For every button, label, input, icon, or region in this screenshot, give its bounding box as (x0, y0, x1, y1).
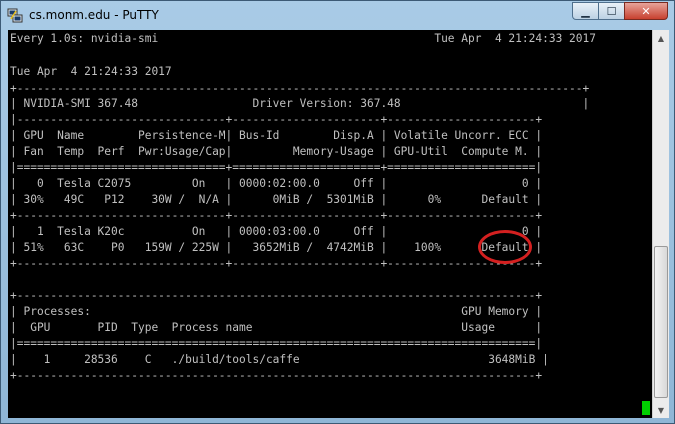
terminal-line: | 1 28536 C ./build/tools/caffe 3648MiB … (10, 353, 549, 366)
close-button[interactable]: ✕ (624, 2, 668, 20)
maximize-button[interactable]: ☐ (598, 2, 625, 20)
scroll-down-icon[interactable]: ▼ (653, 402, 669, 418)
terminal-line: | GPU Name Persistence-M| Bus-Id Disp.A … (10, 129, 543, 142)
annotation-circle (478, 230, 532, 264)
minimize-button[interactable]: ▁ (572, 2, 599, 20)
scroll-up-icon[interactable]: ▲ (653, 30, 669, 46)
terminal-line: |===============================+=======… (10, 161, 543, 174)
terminal-line: |=======================================… (10, 337, 543, 350)
terminal-line: | Processes: GPU Memory | (10, 305, 543, 318)
terminal-cursor (642, 401, 650, 415)
window-title: cs.monm.edu - PuTTY (29, 8, 159, 22)
terminal-line: +---------------------------------------… (10, 369, 543, 382)
terminal-line: | NVIDIA-SMI 367.48 Driver Version: 367.… (10, 97, 590, 110)
terminal-line: |-------------------------------+-------… (10, 113, 543, 126)
vertical-scrollbar[interactable]: ▲ ▼ (652, 30, 669, 418)
terminal-line: | Fan Temp Perf Pwr:Usage/Cap| Memory-Us… (10, 145, 543, 158)
terminal-line: | GPU PID Type Process name Usage | (10, 321, 543, 334)
terminal-line: +---------------------------------------… (10, 82, 590, 95)
title-bar[interactable]: cs.monm.edu - PuTTY ▁ ☐ ✕ (1, 1, 674, 30)
putty-icon (7, 8, 23, 23)
terminal-line: | 1 Tesla K20c On | 0000:03:00.0 Off | 0… (10, 225, 543, 238)
terminal-line: | 30% 49C P12 30W / N/A | 0MiB / 5301MiB… (10, 193, 543, 206)
terminal-area[interactable]: Every 1.0s: nvidia-smi Tue Apr 4 21:24:3… (8, 30, 652, 418)
terminal-line: +---------------------------------------… (10, 289, 543, 302)
scrollbar-thumb[interactable] (654, 246, 668, 398)
terminal-line: +-------------------------------+-------… (10, 209, 543, 222)
terminal-line: Tue Apr 4 21:24:33 2017 (10, 65, 172, 78)
terminal-line: | 0 Tesla C2075 On | 0000:02:00.0 Off | … (10, 177, 543, 190)
terminal-line: Every 1.0s: nvidia-smi Tue Apr 4 21:24:3… (10, 32, 596, 45)
terminal-line: +-------------------------------+-------… (10, 257, 543, 270)
putty-window: cs.monm.edu - PuTTY ▁ ☐ ✕ Every 1.0s: nv… (0, 0, 675, 424)
terminal-line: | 51% 63C P0 159W / 225W | 3652MiB / 474… (10, 241, 543, 254)
